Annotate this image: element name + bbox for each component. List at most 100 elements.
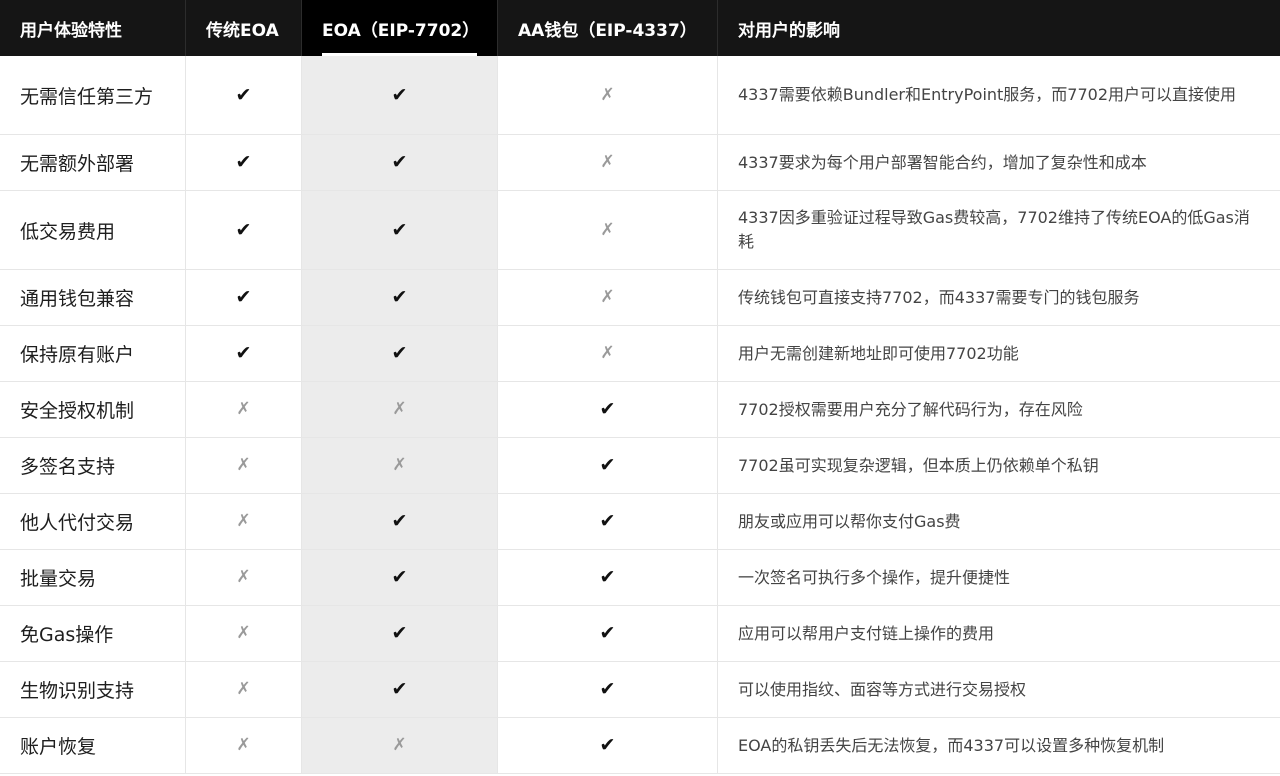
- cross-icon: ✗: [236, 679, 251, 699]
- table-body: 无需信任第三方 ✔ ✔ ✗ 4337需要依赖Bundler和EntryPoint服务，而…: [0, 56, 1280, 774]
- eip4337-cell: ✔: [498, 438, 718, 493]
- check-icon: ✔: [599, 566, 616, 588]
- check-icon: ✔: [391, 678, 408, 700]
- cross-icon: ✗: [600, 219, 615, 240]
- check-icon: ✔: [599, 398, 616, 420]
- feature-cell: 通用钱包兼容: [0, 270, 186, 325]
- cross-icon: ✗: [236, 735, 251, 755]
- cross-icon: ✗: [392, 399, 407, 419]
- eip4337-cell: ✗: [498, 270, 718, 325]
- check-icon: ✔: [391, 566, 408, 588]
- eip4337-cell: ✔: [498, 382, 718, 437]
- cross-icon: ✗: [236, 623, 251, 643]
- impact-cell: EOA的私钥丢失后无法恢复，而4337可以设置多种恢复机制: [738, 735, 1165, 755]
- check-icon: ✔: [391, 286, 408, 308]
- cross-icon: ✗: [600, 343, 615, 363]
- eip7702-cell: ✔: [302, 135, 498, 190]
- cross-icon: ✗: [600, 152, 615, 172]
- eip7702-cell: ✔: [302, 662, 498, 717]
- eip7702-cell: ✔: [302, 494, 498, 549]
- check-icon: ✔: [391, 342, 408, 364]
- feature-cell: 批量交易: [0, 550, 186, 605]
- header-aa-4337: AA钱包（EIP-4337）: [498, 0, 718, 56]
- feature-cell: 无需额外部署: [0, 135, 186, 190]
- check-icon: ✔: [235, 218, 252, 241]
- cross-icon: ✗: [600, 84, 615, 105]
- eoa-cell: ✔: [186, 56, 302, 134]
- eip4337-cell: ✔: [498, 494, 718, 549]
- check-icon: ✔: [599, 622, 616, 644]
- eip4337-cell: ✗: [498, 135, 718, 190]
- impact-cell: 朋友或应用可以帮你支付Gas费: [738, 511, 961, 531]
- impact-cell: 一次签名可执行多个操作，提升便捷性: [738, 567, 1011, 587]
- check-icon: ✔: [599, 678, 616, 700]
- header-traditional-eoa: 传统EOA: [186, 0, 302, 56]
- cross-icon: ✗: [236, 567, 251, 587]
- comparison-table: 用户体验特性 传统EOA EOA（EIP-7702） AA钱包（EIP-4337…: [0, 0, 1280, 774]
- table-row: 低交易费用 ✔ ✔ ✗ 4337因多重验证过程导致Gas费较高，7702维持了传统EOA…: [0, 191, 1280, 270]
- table-row: 保持原有账户 ✔ ✔ ✗ 用户无需创建新地址即可使用7702功能: [0, 326, 1280, 382]
- eip7702-cell: ✔: [302, 191, 498, 269]
- cross-icon: ✗: [600, 287, 615, 307]
- check-icon: ✔: [235, 286, 252, 308]
- eoa-cell: ✔: [186, 191, 302, 269]
- eip4337-cell: ✗: [498, 56, 718, 134]
- header-feature: 用户体验特性: [0, 0, 186, 56]
- eoa-cell: ✗: [186, 550, 302, 605]
- eip7702-cell: ✔: [302, 326, 498, 381]
- cross-icon: ✗: [236, 511, 251, 531]
- impact-cell: 应用可以帮用户支付链上操作的费用: [738, 623, 995, 643]
- feature-cell: 免Gas操作: [0, 606, 186, 661]
- impact-cell: 7702授权需要用户充分了解代码行为，存在风险: [738, 399, 1083, 419]
- table-row: 安全授权机制 ✗ ✗ ✔ 7702授权需要用户充分了解代码行为，存在风险: [0, 382, 1280, 438]
- eip4337-cell: ✔: [498, 718, 718, 773]
- eip4337-cell: ✗: [498, 326, 718, 381]
- check-icon: ✔: [391, 83, 408, 106]
- eip4337-cell: ✔: [498, 550, 718, 605]
- impact-cell: 4337要求为每个用户部署智能合约，增加了复杂性和成本: [738, 152, 1147, 172]
- eip4337-cell: ✔: [498, 606, 718, 661]
- impact-cell: 4337需要依赖Bundler和EntryPoint服务，而7702用户可以直接…: [738, 85, 1237, 104]
- table-row: 通用钱包兼容 ✔ ✔ ✗ 传统钱包可直接支持7702，而4337需要专门的钱包服务: [0, 270, 1280, 326]
- impact-cell: 传统钱包可直接支持7702，而4337需要专门的钱包服务: [738, 287, 1140, 307]
- table-row: 批量交易 ✗ ✔ ✔ 一次签名可执行多个操作，提升便捷性: [0, 550, 1280, 606]
- eip7702-cell: ✔: [302, 56, 498, 134]
- check-icon: ✔: [391, 622, 408, 644]
- header-eoa-7702: EOA（EIP-7702）: [302, 0, 498, 56]
- check-icon: ✔: [235, 151, 252, 173]
- table-row: 免Gas操作 ✗ ✔ ✔ 应用可以帮用户支付链上操作的费用: [0, 606, 1280, 662]
- eip7702-cell: ✔: [302, 270, 498, 325]
- check-icon: ✔: [391, 151, 408, 173]
- check-icon: ✔: [599, 454, 616, 476]
- table-row: 多签名支持 ✗ ✗ ✔ 7702虽可实现复杂逻辑，但本质上仍依赖单个私钥: [0, 438, 1280, 494]
- eoa-cell: ✗: [186, 382, 302, 437]
- eoa-cell: ✗: [186, 662, 302, 717]
- impact-cell: 4337因多重验证过程导致Gas费较高，7702维持了传统EOA的低Gas消耗: [738, 208, 1250, 251]
- eip7702-cell: ✔: [302, 606, 498, 661]
- table-row: 他人代付交易 ✗ ✔ ✔ 朋友或应用可以帮你支付Gas费: [0, 494, 1280, 550]
- feature-cell: 账户恢复: [0, 718, 186, 773]
- cross-icon: ✗: [392, 735, 407, 755]
- feature-cell: 生物识别支持: [0, 662, 186, 717]
- feature-cell: 多签名支持: [0, 438, 186, 493]
- feature-cell: 他人代付交易: [0, 494, 186, 549]
- check-icon: ✔: [235, 83, 252, 106]
- eoa-cell: ✔: [186, 270, 302, 325]
- table-row: 生物识别支持 ✗ ✔ ✔ 可以使用指纹、面容等方式进行交易授权: [0, 662, 1280, 718]
- table-row: 无需信任第三方 ✔ ✔ ✗ 4337需要依赖Bundler和EntryPoint服务，而…: [0, 56, 1280, 135]
- eoa-cell: ✗: [186, 606, 302, 661]
- eoa-cell: ✗: [186, 494, 302, 549]
- eoa-cell: ✗: [186, 718, 302, 773]
- table-row: 账户恢复 ✗ ✗ ✔ EOA的私钥丢失后无法恢复，而4337可以设置多种恢复机制: [0, 718, 1280, 774]
- check-icon: ✔: [235, 342, 252, 364]
- check-icon: ✔: [391, 510, 408, 532]
- impact-cell: 用户无需创建新地址即可使用7702功能: [738, 343, 1019, 363]
- eip7702-cell: ✗: [302, 438, 498, 493]
- eip4337-cell: ✔: [498, 662, 718, 717]
- feature-cell: 保持原有账户: [0, 326, 186, 381]
- cross-icon: ✗: [236, 455, 251, 475]
- check-icon: ✔: [599, 510, 616, 532]
- eoa-cell: ✔: [186, 135, 302, 190]
- table-header: 用户体验特性 传统EOA EOA（EIP-7702） AA钱包（EIP-4337…: [0, 0, 1280, 56]
- header-impact: 对用户的影响: [738, 20, 840, 41]
